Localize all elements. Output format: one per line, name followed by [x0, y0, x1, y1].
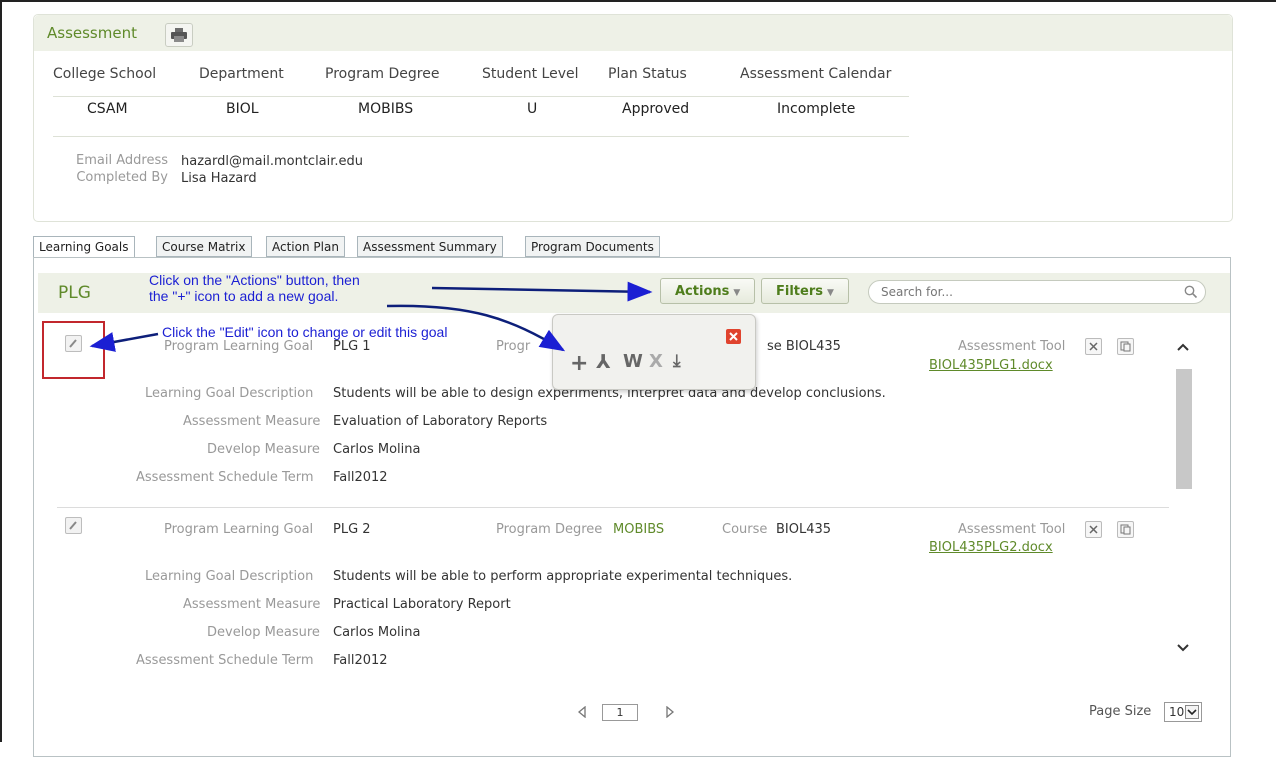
- next-page-icon[interactable]: [665, 706, 675, 718]
- page-size-select[interactable]: 10: [1164, 702, 1202, 722]
- prev-page-icon[interactable]: [577, 706, 587, 718]
- chevron-down-icon: [1185, 705, 1199, 719]
- page-size-value: 10: [1169, 705, 1185, 719]
- annotation-arrows: [89, 281, 653, 352]
- page-number-input[interactable]: 1: [602, 704, 638, 721]
- page-size-label: Page Size: [1089, 704, 1152, 719]
